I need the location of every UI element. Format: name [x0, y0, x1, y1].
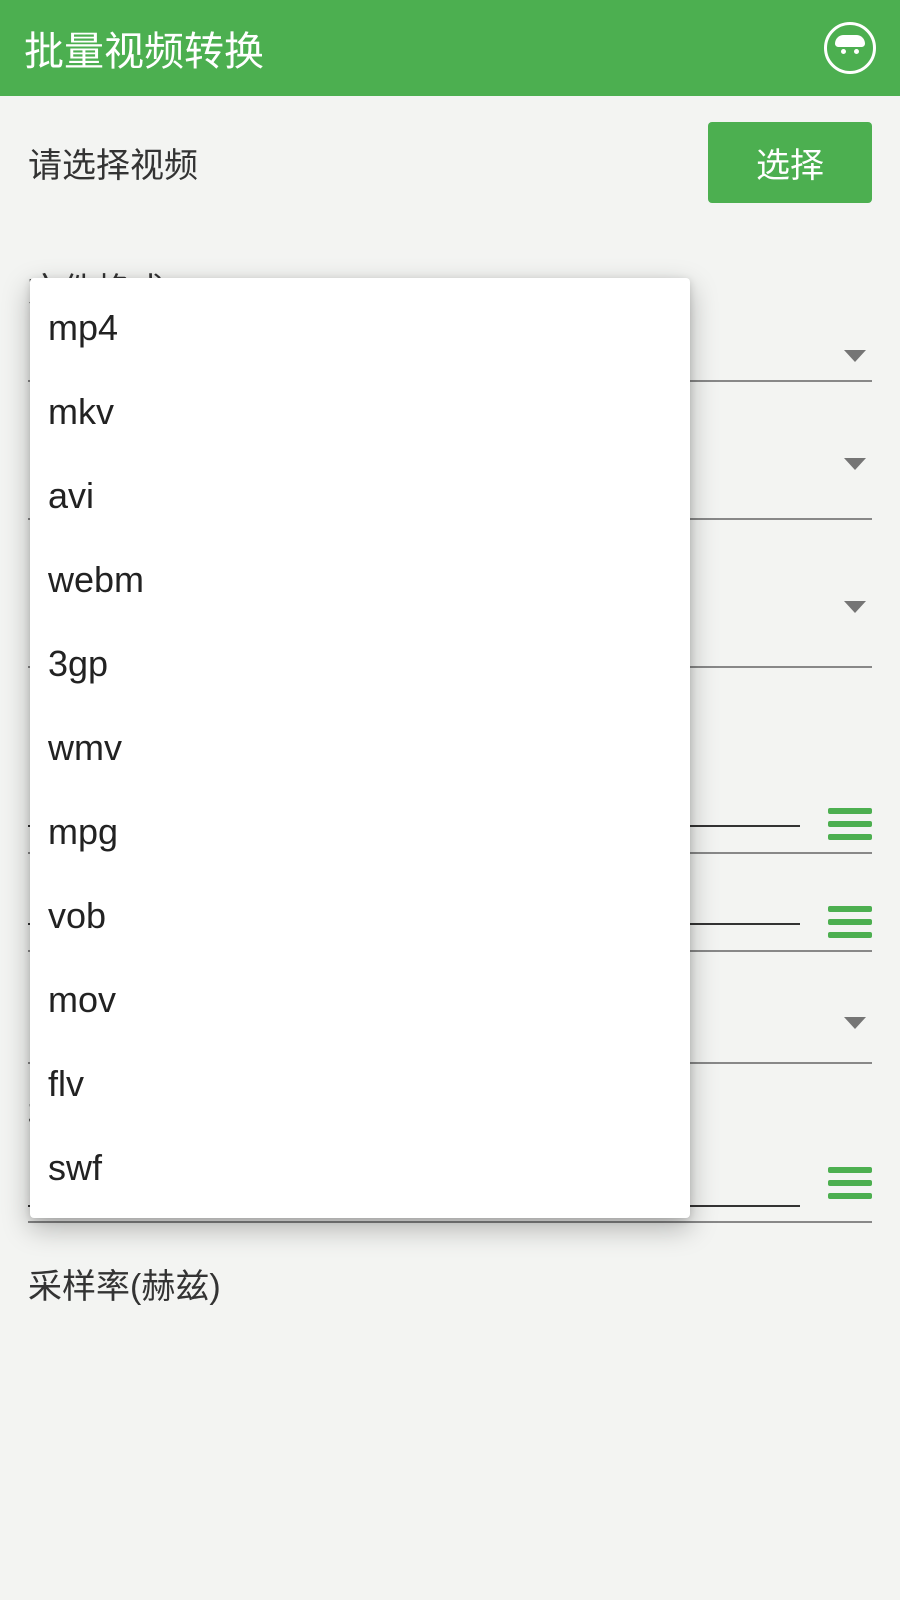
avatar-face-icon — [833, 31, 867, 65]
format-option-mp4[interactable]: mp4 — [30, 286, 690, 370]
select-video-label: 请选择视频 — [28, 138, 198, 187]
format-option-mov[interactable]: mov — [30, 958, 690, 1042]
profile-avatar-icon[interactable] — [824, 22, 876, 74]
menu-icon[interactable] — [828, 808, 872, 840]
header-title: 批量视频转换 — [24, 19, 264, 77]
format-option-vob[interactable]: vob — [30, 874, 690, 958]
format-option-avi[interactable]: avi — [30, 454, 690, 538]
format-option-swf[interactable]: swf — [30, 1126, 690, 1210]
format-option-3gp[interactable]: 3gp — [30, 622, 690, 706]
format-option-mkv[interactable]: mkv — [30, 370, 690, 454]
chevron-down-icon — [844, 350, 866, 362]
samplerate-label: 采样率(赫兹) — [28, 1259, 872, 1308]
chevron-down-icon — [844, 1017, 866, 1029]
format-option-wmv[interactable]: wmv — [30, 706, 690, 790]
menu-icon[interactable] — [828, 1167, 872, 1199]
chevron-down-icon — [844, 601, 866, 613]
select-video-row: 请选择视频 选择 — [28, 122, 872, 203]
format-option-webm[interactable]: webm — [30, 538, 690, 622]
app-header: 批量视频转换 — [0, 0, 900, 96]
format-option-mpg[interactable]: mpg — [30, 790, 690, 874]
menu-icon[interactable] — [828, 906, 872, 938]
chevron-down-icon — [844, 458, 866, 470]
select-video-button[interactable]: 选择 — [708, 122, 872, 203]
format-option-flv[interactable]: flv — [30, 1042, 690, 1126]
format-popup: mp4 mkv avi webm 3gp wmv mpg vob mov flv… — [30, 278, 690, 1218]
